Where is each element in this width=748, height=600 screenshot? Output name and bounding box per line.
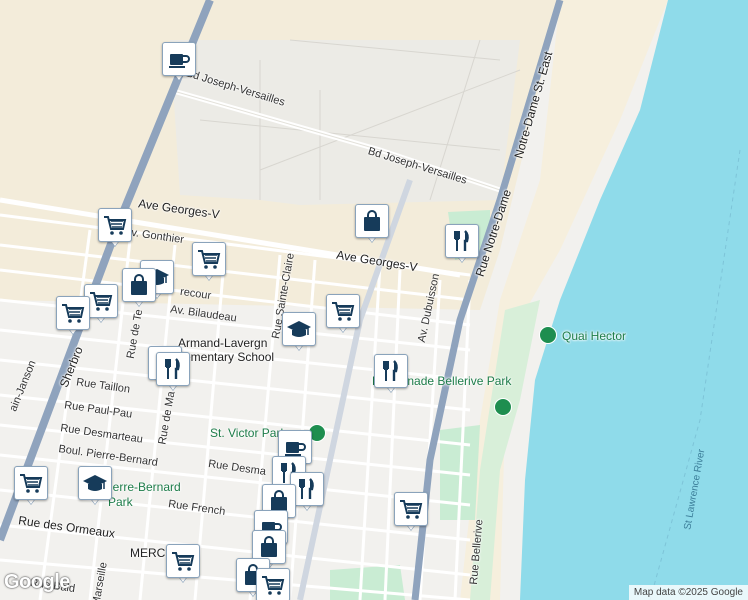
map-marker-shopping-bag[interactable] [355,204,389,244]
map-marker-school[interactable] [282,312,316,352]
restaurant-icon [156,352,190,386]
map-marker-grocery[interactable] [166,544,200,584]
school-icon [78,466,112,500]
restaurant-icon [445,224,479,258]
map-marker-grocery[interactable] [98,208,132,248]
shopping-bag-icon [122,268,156,302]
map-marker-shopping-bag[interactable] [122,268,156,308]
map-marker-grocery[interactable] [56,296,90,336]
grocery-icon [326,294,360,328]
restaurant-icon [374,354,408,388]
school-icon [282,312,316,346]
grocery-icon [14,466,48,500]
shopping-bag-icon [355,204,389,238]
grocery-icon [192,242,226,276]
grocery-icon [394,492,428,526]
map-canvas[interactable]: Bd Joseph-Versailles Bd Joseph-Versaille… [0,0,748,600]
map-attribution[interactable]: Map data ©2025 Google [628,585,748,600]
map-marker-grocery[interactable] [14,466,48,506]
grocery-icon [98,208,132,242]
google-logo: Google [4,571,70,593]
map-marker-grocery[interactable] [326,294,360,334]
park-icon-quai-hector [539,326,557,344]
park-icon-promenade-bellerive [494,398,512,416]
coffee-icon [162,42,196,76]
grocery-icon [166,544,200,578]
map-marker-coffee[interactable] [162,42,196,82]
map-marker-restaurant[interactable] [445,224,479,264]
map-marker-grocery[interactable] [192,242,226,282]
map-marker-grocery[interactable] [394,492,428,532]
grocery-icon [256,568,290,600]
map-marker-school[interactable] [78,466,112,506]
grocery-icon [56,296,90,330]
map-marker-restaurant[interactable] [374,354,408,394]
map-marker-restaurant[interactable] [156,352,190,392]
map-marker-grocery[interactable] [256,568,290,600]
